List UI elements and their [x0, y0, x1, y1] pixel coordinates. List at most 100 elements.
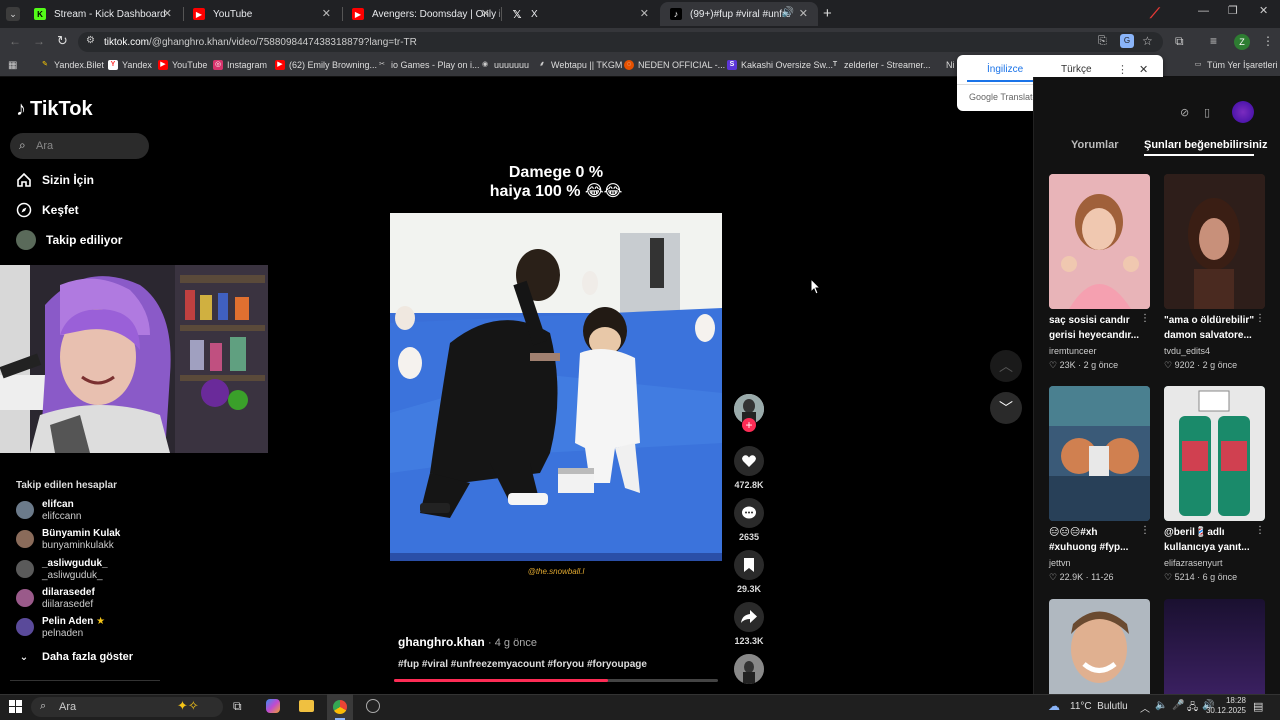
- translate-target-tab[interactable]: Türkçe: [1061, 64, 1092, 75]
- task-view-icon[interactable]: ⧉: [233, 699, 242, 714]
- share-button[interactable]: 123.3K: [734, 602, 764, 646]
- explore-icon[interactable]: ⊘: [1180, 106, 1189, 119]
- extensions-icon[interactable]: ⧉: [1175, 34, 1184, 49]
- address-bar[interactable]: ⚙ tiktok.com/@ghanghro.khan/video/758809…: [78, 32, 1163, 52]
- video-progress-bar[interactable]: [394, 679, 718, 682]
- more-options-icon[interactable]: ⋮: [1255, 525, 1265, 536]
- tab-tiktok-active[interactable]: ♪ (99+)#fup #viral #unfreeze 🔊 ✕: [660, 2, 818, 26]
- more-options-icon[interactable]: ⋮: [1117, 63, 1128, 76]
- nav-explore[interactable]: Keşfet: [16, 202, 79, 218]
- taskbar-search[interactable]: ⌕ Ara ✦✧: [31, 697, 223, 717]
- close-icon[interactable]: ✕: [1139, 63, 1148, 76]
- tab-search-button[interactable]: ⌄: [6, 7, 20, 21]
- translate-icon[interactable]: G: [1120, 34, 1134, 48]
- suggested-video-card[interactable]: 😑😑😑#xh #xuhuong #fyp... jettvn ♡ 22.9K · …: [1049, 386, 1150, 583]
- nav-following[interactable]: Takip ediliyor: [16, 230, 122, 250]
- chrome-taskbar-button[interactable]: [327, 694, 353, 720]
- video-player[interactable]: [390, 213, 722, 561]
- search-input[interactable]: ⌕ Ara: [10, 133, 149, 159]
- windows-start-icon[interactable]: [9, 700, 22, 718]
- bookmark-star-icon[interactable]: ☆: [1142, 34, 1153, 48]
- clock[interactable]: 18:28 30.12.2025: [1198, 696, 1246, 716]
- previous-video-button[interactable]: ︿: [990, 350, 1022, 382]
- card-user[interactable]: elifazrasenyurt: [1164, 558, 1265, 568]
- suggested-video-card[interactable]: [1164, 599, 1265, 694]
- bookmark-item[interactable]: S Kakashi Oversize Sw...: [727, 60, 833, 70]
- author-name[interactable]: ghanghro.khan: [398, 635, 485, 649]
- followed-account[interactable]: elifcan elifccann: [16, 499, 81, 523]
- followed-account[interactable]: Bünyamin Kulak bunyaminkulakk: [16, 528, 120, 552]
- tab-comments[interactable]: Yorumlar: [1071, 139, 1118, 151]
- tab-youtube[interactable]: ▶ YouTube ✕: [183, 2, 341, 26]
- forward-button[interactable]: →: [33, 34, 45, 48]
- translate-source-tab[interactable]: İngilizce: [987, 64, 1023, 75]
- sound-disc[interactable]: [734, 654, 764, 684]
- bookmark-item[interactable]: ◎ Instagram: [213, 60, 267, 70]
- bookmark-item[interactable]: Tzelderler - Streamer...: [830, 60, 931, 70]
- close-icon[interactable]: ✕: [640, 7, 649, 20]
- bookmark-item[interactable]: ✎ Yandex.Bilet: [40, 60, 104, 70]
- reload-button[interactable]: ↻: [57, 33, 68, 49]
- all-bookmarks[interactable]: ▭ Tüm Yer İşaretleri: [1193, 60, 1278, 70]
- followed-account[interactable]: Pelin Aden ★ pelnaden: [16, 616, 105, 640]
- show-more-button[interactable]: ⌄ Daha fazla göster: [16, 649, 133, 665]
- video-hashtags[interactable]: #fup #viral #unfreezemyacount #foryou #f…: [398, 659, 647, 670]
- close-icon[interactable]: ✕: [322, 7, 331, 20]
- suggested-video-card[interactable]: saç sosisi candır gerisi heyecandır... ir…: [1049, 174, 1150, 371]
- apps-grid-icon[interactable]: ▦: [8, 60, 17, 71]
- tab-suggested[interactable]: Şunları beğenebilirsiniz: [1144, 139, 1267, 151]
- tab-kick[interactable]: K Stream - Kick Dashboard ✕: [24, 2, 182, 26]
- card-user[interactable]: iremtunceer: [1049, 346, 1150, 356]
- new-tab-button[interactable]: +: [823, 5, 832, 22]
- notification-icon[interactable]: ▤: [1253, 700, 1263, 713]
- bookmark-item[interactable]: ◌ NEDEN OFFICIAL -...: [624, 60, 725, 70]
- close-icon[interactable]: ✕: [799, 7, 808, 20]
- chevron-up-icon[interactable]: ︿: [1140, 700, 1150, 715]
- close-icon[interactable]: ✕: [481, 7, 490, 20]
- weather-icon[interactable]: ☁: [1048, 699, 1060, 713]
- like-button[interactable]: 472.8K: [734, 446, 764, 490]
- follow-plus-button[interactable]: +: [742, 418, 756, 432]
- suggested-video-card[interactable]: "ama o öldürebilir" damon salvatore... tv…: [1164, 174, 1265, 371]
- network-icon[interactable]: 🖧: [1187, 700, 1198, 717]
- window-close-button[interactable]: ✕: [1259, 4, 1268, 17]
- tab-x[interactable]: 𝕏 X ✕: [501, 2, 659, 26]
- copilot-icon[interactable]: [266, 699, 280, 713]
- speaker-icon[interactable]: 🔈: [1155, 700, 1167, 711]
- tab-avengers[interactable]: ▶ Avengers: Doomsday | Only in ✕: [342, 2, 500, 26]
- more-options-icon[interactable]: ⋮: [1140, 313, 1150, 324]
- device-icon[interactable]: ▯: [1204, 106, 1210, 119]
- followed-account[interactable]: dilarasedef diilarasedef: [16, 587, 95, 611]
- save-button[interactable]: 29.3K: [734, 550, 764, 594]
- profile-avatar[interactable]: Z: [1234, 34, 1250, 50]
- bookmark-item[interactable]: ◉ uuuuuuu: [480, 60, 529, 70]
- creator-avatar[interactable]: +: [734, 394, 764, 432]
- weather-widget[interactable]: 11°C Bulutlu: [1070, 701, 1128, 712]
- tiktok-logo[interactable]: ♪ TikTok: [16, 98, 93, 121]
- restore-button[interactable]: ❐: [1228, 4, 1238, 17]
- file-explorer-icon[interactable]: [299, 700, 314, 712]
- close-icon[interactable]: ✕: [163, 7, 172, 20]
- card-user[interactable]: jettvn: [1049, 558, 1150, 568]
- more-options-icon[interactable]: ⋮: [1140, 525, 1150, 536]
- suggested-video-card[interactable]: [1049, 599, 1150, 694]
- obs-icon[interactable]: [366, 699, 380, 713]
- card-user[interactable]: tvdu_edits4: [1164, 346, 1265, 356]
- audio-playing-icon[interactable]: 🔊: [782, 7, 794, 18]
- media-controls-icon[interactable]: ≡: [1210, 34, 1217, 48]
- suggested-video-card[interactable]: @beril💈adlı kullanıcıya yanıt... elifazra…: [1164, 386, 1265, 583]
- next-video-button[interactable]: ﹀: [990, 392, 1022, 424]
- minimize-button[interactable]: —: [1198, 5, 1209, 17]
- bookmark-item[interactable]: ✂ io Games - Play on i...: [377, 60, 479, 70]
- nav-for-you[interactable]: Sizin İçin: [16, 172, 94, 188]
- site-info-icon[interactable]: ⚙: [86, 35, 95, 46]
- install-app-icon[interactable]: ⎘: [1098, 35, 1107, 48]
- bookmark-item[interactable]: Ni: [946, 60, 955, 70]
- menu-icon[interactable]: ⋮: [1262, 34, 1274, 48]
- bookmark-item[interactable]: ⸙ Webtapu || TKGM: [537, 60, 622, 70]
- bookmark-item[interactable]: ▶ YouTube: [158, 60, 207, 70]
- back-button[interactable]: ←: [9, 34, 21, 48]
- more-options-icon[interactable]: ⋮: [1255, 313, 1265, 324]
- followed-account[interactable]: _asliwguduk_ _asliwguduk_: [16, 558, 108, 582]
- microphone-icon[interactable]: 🎤: [1172, 700, 1184, 711]
